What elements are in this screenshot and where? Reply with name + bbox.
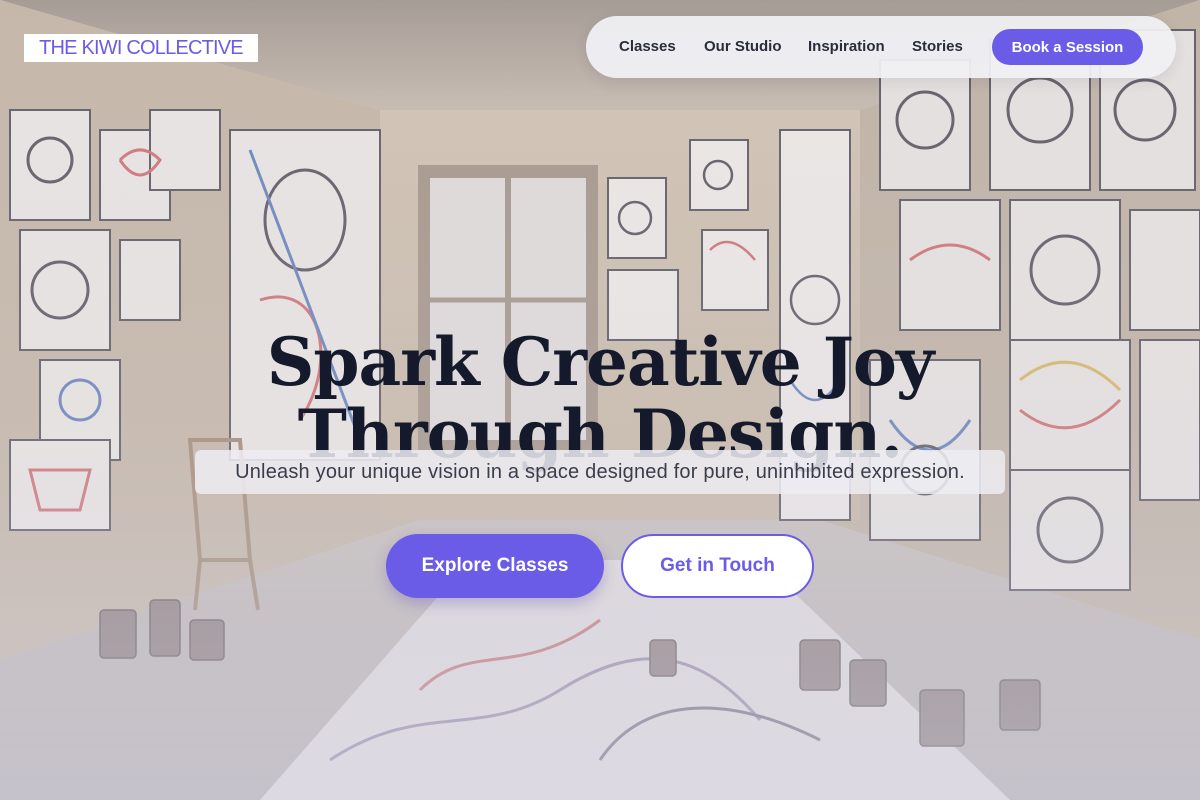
explore-classes-label: Explore Classes: [421, 555, 569, 576]
get-in-touch-button[interactable]: Get in Touch: [621, 534, 814, 598]
hero-subheadline: Unleash your unique vision in a space de…: [195, 450, 1005, 494]
main-nav: Classes Our Studio Inspiration Stories B…: [586, 16, 1176, 78]
hero-subheadline-text: Unleash your unique vision in a space de…: [235, 460, 965, 483]
explore-classes-button[interactable]: Explore Classes: [386, 534, 604, 598]
brand-logo[interactable]: THE KIWI COLLECTIVE: [24, 34, 258, 62]
hero-headline: Spark Creative Joy Through Design.: [100, 326, 1100, 470]
book-session-label: Book a Session: [1011, 38, 1124, 56]
brand-logo-text: THE KIWI COLLECTIVE: [39, 36, 244, 59]
hero-headline-line-1: Spark Creative Joy: [266, 323, 935, 402]
nav-link-classes[interactable]: Classes: [619, 38, 676, 56]
nav-link-inspiration[interactable]: Inspiration: [808, 38, 885, 56]
get-in-touch-label: Get in Touch: [660, 555, 775, 576]
book-session-button[interactable]: Book a Session: [992, 29, 1143, 65]
nav-link-stories[interactable]: Stories: [912, 38, 963, 56]
nav-link-our-studio[interactable]: Our Studio: [704, 38, 782, 56]
